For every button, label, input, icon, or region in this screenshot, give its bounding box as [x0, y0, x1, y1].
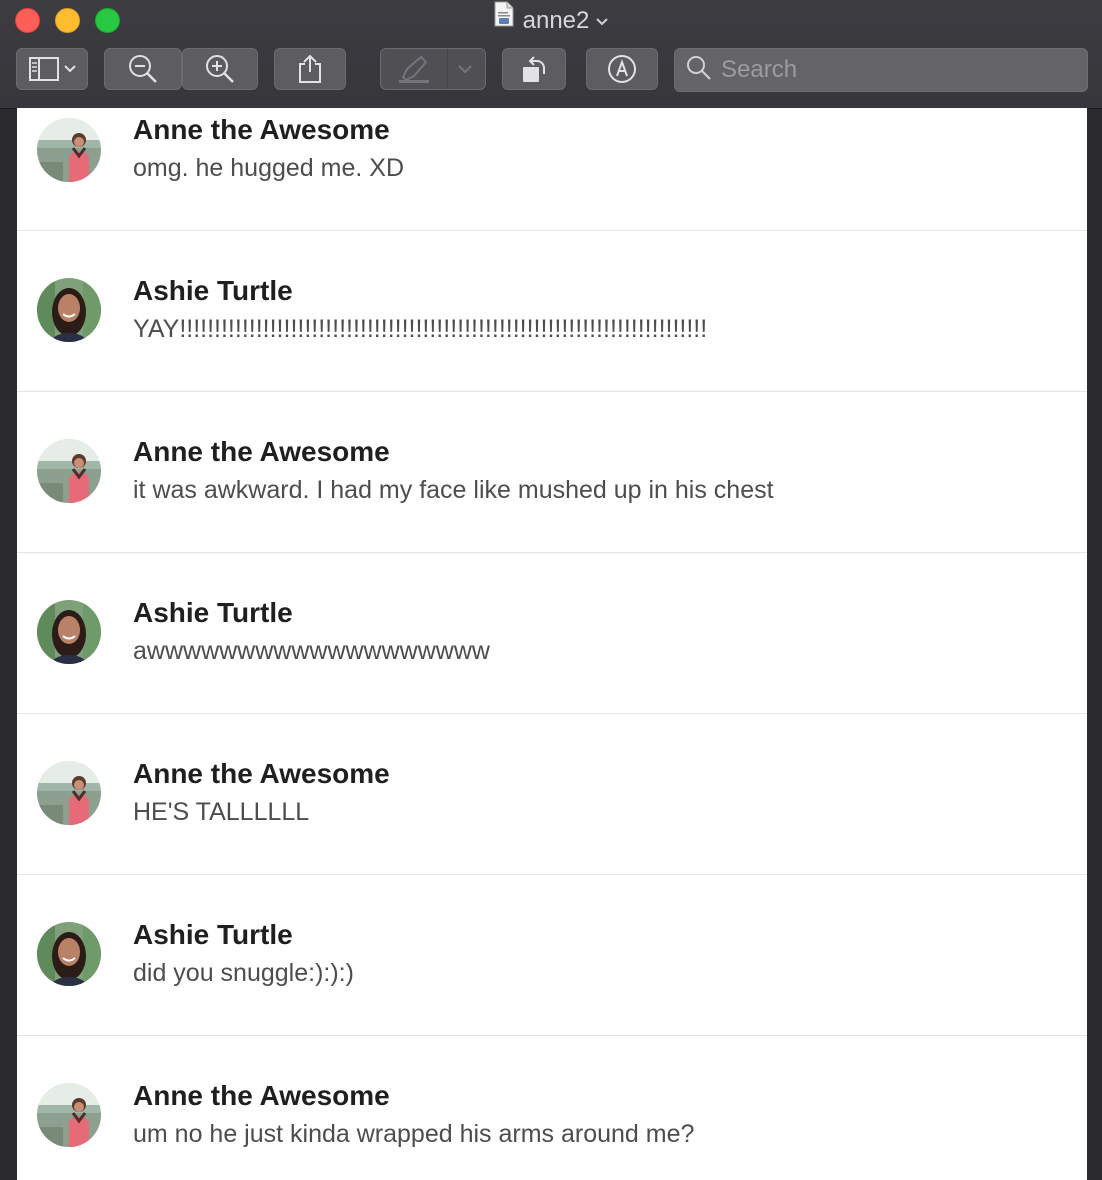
zoom-in-icon: [204, 53, 236, 85]
message-sender: Ashie Turtle: [133, 597, 293, 628]
search-input[interactable]: [713, 56, 1081, 84]
message-sender: Ashie Turtle: [133, 275, 293, 306]
search-field[interactable]: [674, 48, 1088, 92]
zoom-in-button[interactable]: [182, 48, 258, 90]
message-sender: Anne the Awesome: [133, 1080, 390, 1111]
message-item: Anne the Awesome um no he just kinda wrap…: [17, 1036, 1087, 1180]
message-text: HE'S TALLLLLL: [133, 798, 310, 826]
window-titlebar: anne2: [0, 0, 1102, 109]
share-button[interactable]: [274, 48, 346, 90]
sidebar-toggle-button[interactable]: [16, 48, 88, 90]
anne-avatar: [37, 1083, 101, 1147]
rotate-icon: [518, 53, 550, 85]
share-icon: [296, 53, 324, 85]
ashie-avatar: [37, 278, 101, 342]
message-text: YAY!!!!!!!!!!!!!!!!!!!!!!!!!!!!!!!!!!!!!…: [133, 315, 708, 343]
ashie-avatar: [37, 922, 101, 986]
message-list: Anne the Awesome omg. he hugged me. XD Ash…: [17, 108, 1087, 1180]
sidebar-icon: [27, 55, 77, 83]
message-item: Ashie Turtle awwwwwwwwwwwwwwwwwww: [17, 553, 1087, 714]
document-page: Anne the Awesome omg. he hugged me. XD Ash…: [17, 108, 1087, 1180]
message-text: omg. he hugged me. XD: [133, 154, 404, 182]
chevron-down-icon[interactable]: [595, 3, 609, 37]
message-sender: Anne the Awesome: [133, 436, 390, 467]
highlight-button[interactable]: [380, 48, 486, 90]
chevron-down-icon[interactable]: [457, 63, 473, 75]
message-sender: Ashie Turtle: [133, 919, 293, 950]
message-sender: Anne the Awesome: [133, 114, 390, 145]
message-item: Anne the Awesome HE'S TALLLLLL: [17, 714, 1087, 875]
message-item: Anne the Awesome it was awkward. I had my…: [17, 392, 1087, 553]
anne-avatar: [37, 118, 101, 182]
markup-button[interactable]: [586, 48, 658, 90]
zoom-out-icon: [127, 53, 159, 85]
message-item: Ashie Turtle YAY!!!!!!!!!!!!!!!!!!!!!!!!!…: [17, 231, 1087, 392]
message-sender: Anne the Awesome: [133, 758, 390, 789]
message-text: um no he just kinda wrapped his arms aro…: [133, 1120, 695, 1148]
rotate-button[interactable]: [502, 48, 566, 90]
window-title-text: anne2: [522, 7, 590, 34]
message-item: Anne the Awesome omg. he hugged me. XD: [17, 108, 1087, 231]
message-text: it was awkward. I had my face like mushe…: [133, 476, 774, 504]
message-item: Ashie Turtle did you snuggle:):):): [17, 875, 1087, 1036]
anne-avatar: [37, 439, 101, 503]
anne-avatar: [37, 761, 101, 825]
zoom-out-button[interactable]: [104, 48, 182, 90]
markup-icon: [606, 53, 638, 85]
highlight-pen-icon: [397, 55, 433, 85]
message-text: awwwwwwwwwwwwwwwwwww: [133, 637, 490, 665]
ashie-avatar: [37, 600, 101, 664]
window-title[interactable]: anne2: [0, 1, 1102, 38]
search-icon: [685, 54, 713, 87]
message-text: did you snuggle:):):): [133, 959, 354, 987]
document-icon: [493, 1, 515, 37]
